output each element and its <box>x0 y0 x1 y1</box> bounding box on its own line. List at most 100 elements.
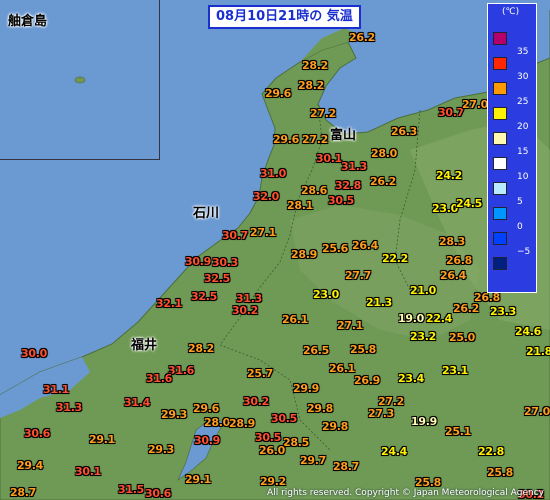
temperature-reading: 28.2 <box>302 59 328 72</box>
legend-unit: (℃) <box>502 7 520 17</box>
temperature-reading: 22.2 <box>382 252 408 265</box>
legend-swatch <box>493 132 507 145</box>
temperature-reading: 24.6 <box>515 325 541 338</box>
temperature-reading: 27.0 <box>462 98 488 111</box>
temperature-reading: 29.1 <box>89 433 115 446</box>
temperature-reading: 30.5 <box>271 412 297 425</box>
temperature-reading: 31.3 <box>56 401 82 414</box>
temperature-reading: 19.9 <box>411 415 437 428</box>
temperature-reading: 27.1 <box>250 226 276 239</box>
temperature-reading: 30.7 <box>438 106 464 119</box>
temperature-reading: 29.6 <box>265 87 291 100</box>
temperature-reading: 29.4 <box>17 459 43 472</box>
copyright-notice: All rights reserved. Copyright © Japan M… <box>267 488 544 498</box>
temperature-reading: 26.8 <box>446 254 472 267</box>
temperature-reading: 23.0 <box>432 202 458 215</box>
temperature-reading: 25.7 <box>247 367 273 380</box>
temperature-reading: 30.7 <box>222 229 248 242</box>
temperature-reading: 25.6 <box>322 242 348 255</box>
temperature-reading: 26.4 <box>440 269 466 282</box>
temperature-reading: 28.6 <box>301 184 327 197</box>
temperature-reading: 29.9 <box>293 382 319 395</box>
temperature-reading: 29.2 <box>260 475 286 488</box>
temperature-reading: 26.3 <box>391 125 417 138</box>
legend-label: −5 <box>517 247 531 257</box>
temperature-reading: 26.1 <box>282 313 308 326</box>
temperature-reading: 21.3 <box>366 296 392 309</box>
temperature-reading: 29.8 <box>307 402 333 415</box>
temperature-reading: 31.6 <box>146 372 172 385</box>
temperature-reading: 30.2 <box>232 304 258 317</box>
temperature-reading: 31.3 <box>341 160 367 173</box>
temperature-reading: 23.3 <box>490 305 516 318</box>
temperature-reading: 28.0 <box>204 416 230 429</box>
place-label: 石川 <box>193 206 220 221</box>
temperature-reading: 30.3 <box>212 256 238 269</box>
legend-swatch <box>493 82 507 95</box>
temperature-reading: 29.7 <box>300 454 326 467</box>
legend-label: 15 <box>517 147 529 157</box>
temperature-reading: 28.1 <box>287 199 313 212</box>
temperature-reading: 26.2 <box>349 31 375 44</box>
temperature-reading: 27.0 <box>524 405 550 418</box>
legend-label: 10 <box>517 172 529 182</box>
temperature-reading: 23.0 <box>313 288 339 301</box>
temperature-reading: 28.9 <box>291 248 317 261</box>
temperature-reading: 27.2 <box>310 107 336 120</box>
temperature-reading: 30.1 <box>75 465 101 478</box>
temperature-reading: 30.2 <box>243 395 269 408</box>
legend-swatch <box>493 232 507 245</box>
temperature-reading: 25.8 <box>487 466 513 479</box>
temperature-reading: 26.2 <box>453 302 479 315</box>
temperature-reading: 24.4 <box>381 445 407 458</box>
temperature-reading: 29.1 <box>185 473 211 486</box>
temperature-reading: 30.6 <box>145 487 171 500</box>
temperature-reading: 30.9 <box>185 255 211 268</box>
temperature-reading: 26.9 <box>354 374 380 387</box>
legend-swatch <box>493 257 507 270</box>
temperature-reading: 27.7 <box>345 269 371 282</box>
temperature-map: 08月10日21時の 気温 舳倉島 富山 石川 福井 26.2 28.2 28.2 29.6… <box>0 0 550 500</box>
color-legend: (℃) 35 30 25 20 15 10 5 0 −5 <box>487 3 537 293</box>
temperature-reading: 32.0 <box>253 190 279 203</box>
legend-label: 30 <box>517 72 529 82</box>
temperature-reading: 27.3 <box>368 407 394 420</box>
temperature-reading: 29.6 <box>193 402 219 415</box>
temperature-reading: 23.2 <box>410 330 436 343</box>
temperature-reading: 28.2 <box>298 79 324 92</box>
temperature-reading: 28.9 <box>229 417 255 430</box>
temperature-reading: 24.2 <box>436 169 462 182</box>
temperature-reading: 26.0 <box>259 444 285 457</box>
place-label: 富山 <box>330 128 357 143</box>
temperature-reading: 30.6 <box>24 427 50 440</box>
temperature-reading: 32.5 <box>204 272 230 285</box>
temperature-reading: 29.3 <box>161 408 187 421</box>
temperature-reading: 22.4 <box>426 312 452 325</box>
legend-swatch <box>493 57 507 70</box>
temperature-reading: 25.0 <box>449 331 475 344</box>
temperature-reading: 31.0 <box>260 167 286 180</box>
temperature-reading: 28.7 <box>333 460 359 473</box>
temperature-reading: 25.8 <box>350 343 376 356</box>
temperature-reading: 24.5 <box>456 197 482 210</box>
place-label: 福井 <box>131 338 158 353</box>
temperature-reading: 32.8 <box>335 179 361 192</box>
temperature-reading: 26.1 <box>329 362 355 375</box>
temperature-reading: 28.3 <box>439 235 465 248</box>
temperature-reading: 28.7 <box>10 486 36 499</box>
legend-swatch <box>493 207 507 220</box>
temperature-reading: 21.0 <box>410 284 436 297</box>
temperature-reading: 29.3 <box>148 443 174 456</box>
legend-label: 20 <box>517 122 529 132</box>
temperature-reading: 31.1 <box>43 383 69 396</box>
temperature-reading: 26.4 <box>352 239 378 252</box>
temperature-reading: 30.0 <box>21 347 47 360</box>
map-title: 08月10日21時の 気温 <box>208 5 361 29</box>
temperature-reading: 30.9 <box>194 434 220 447</box>
temperature-reading: 25.1 <box>445 425 471 438</box>
temperature-reading: 22.8 <box>478 445 504 458</box>
legend-swatch <box>493 32 507 45</box>
temperature-reading: 28.5 <box>283 436 309 449</box>
temperature-reading: 19.0 <box>398 312 424 325</box>
temperature-reading: 30.5 <box>328 194 354 207</box>
